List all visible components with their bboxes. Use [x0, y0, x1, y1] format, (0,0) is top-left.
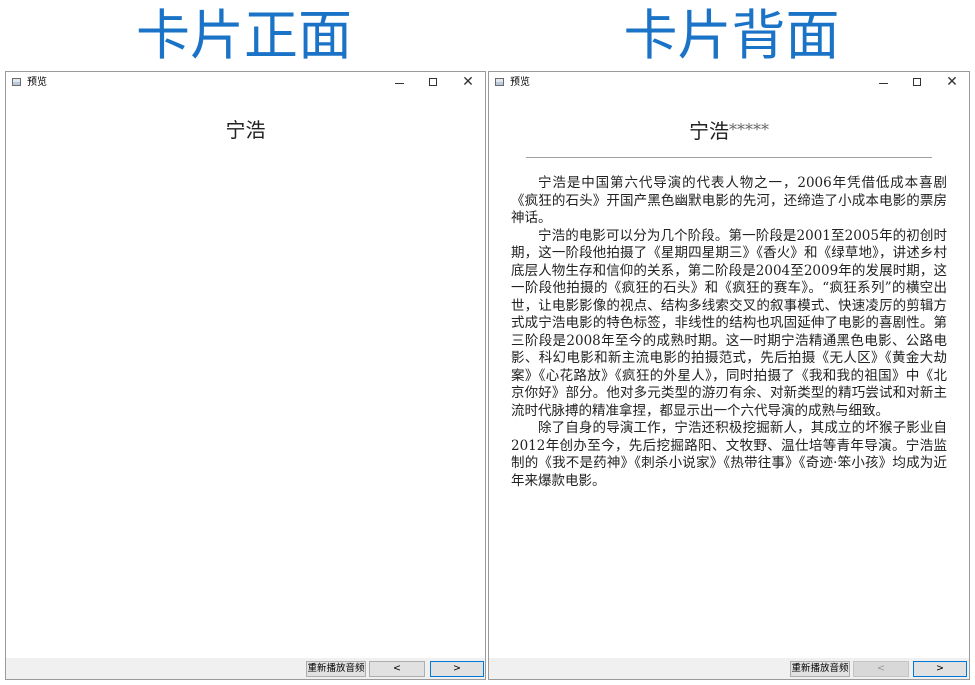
close-button[interactable]: ✕ [451, 72, 485, 94]
minimize-button[interactable] [383, 72, 417, 94]
card-name: 宁浩 [689, 119, 729, 143]
maximize-icon [429, 78, 437, 86]
minimize-button[interactable] [867, 72, 901, 94]
minimize-icon [879, 83, 888, 84]
rating-stars: ***** [729, 120, 769, 139]
close-icon: ✕ [462, 74, 474, 90]
card-name: 宁浩 [225, 118, 266, 142]
back-side-heading: 卡片背面 [623, 4, 840, 67]
previous-button[interactable]: < [853, 661, 909, 677]
title-bar[interactable]: 预览 ✕ [489, 72, 969, 94]
next-button[interactable]: > [913, 661, 967, 677]
bottom-toolbar: 重新播放音频 < > [6, 658, 485, 679]
title-bar[interactable]: 预览 ✕ [6, 72, 485, 94]
minimize-icon [395, 83, 404, 84]
bottom-toolbar: 重新播放音频 < > [489, 658, 969, 679]
bio-paragraph: 除了自身的导演工作，宁浩还积极挖掘新人，其成立的坏猴子影业自2012年创办至今，… [511, 420, 947, 489]
preview-window-back: 预览 ✕ 宁浩***** 宁浩是中国第六代导演的代表人物之一，2006年凭借低成… [488, 71, 970, 680]
card-back-text: 宁浩是中国第六代导演的代表人物之一，2006年凭借低成本喜剧《疯狂的石头》开国产… [511, 175, 947, 490]
front-side-heading: 卡片正面 [136, 4, 352, 67]
window-title: 预览 [27, 77, 47, 88]
maximize-button[interactable] [901, 72, 935, 94]
card-name-with-rating: 宁浩***** [489, 116, 969, 145]
window-title: 预览 [510, 77, 530, 88]
preview-window-front: 预览 ✕ 宁浩 重新播放音频 < > [5, 71, 486, 680]
close-icon: ✕ [946, 74, 958, 90]
divider [526, 157, 932, 158]
maximize-button[interactable] [417, 72, 451, 94]
replay-audio-button[interactable]: 重新播放音频 [790, 661, 850, 677]
window-icon [12, 78, 21, 86]
bio-paragraph: 宁浩的电影可以分为几个阶段。第一阶段是2001至2005年的初创时期，这一阶段他… [511, 227, 947, 419]
next-button[interactable]: > [430, 661, 484, 677]
bio-paragraph: 宁浩是中国第六代导演的代表人物之一，2006年凭借低成本喜剧《疯狂的石头》开国产… [511, 175, 947, 226]
window-icon [495, 78, 504, 86]
close-button[interactable]: ✕ [935, 72, 969, 94]
previous-button[interactable]: < [369, 661, 425, 677]
replay-audio-button[interactable]: 重新播放音频 [306, 661, 366, 677]
maximize-icon [913, 78, 921, 86]
